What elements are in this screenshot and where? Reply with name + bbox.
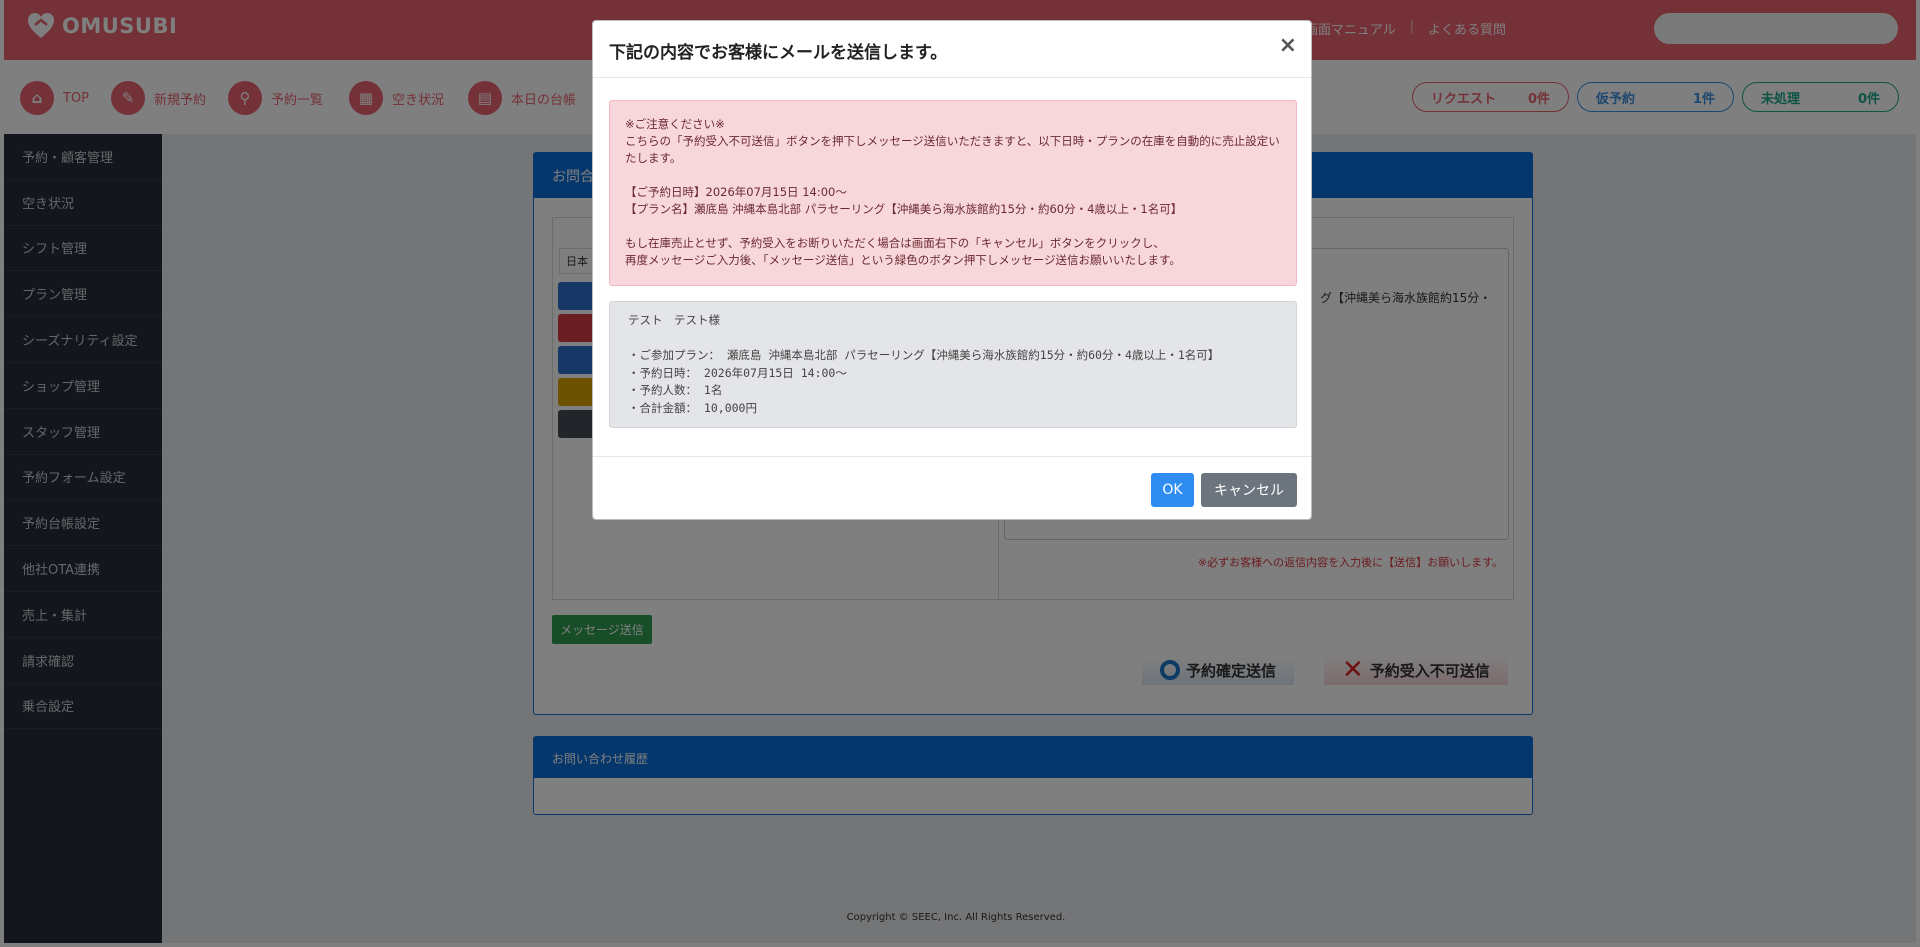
alert-line: たします。	[625, 151, 682, 165]
alert-line: 再度メッセージご入力後、「メッセージ送信」という緑色のボタン押下しメッセージ送信…	[625, 253, 1181, 267]
modal-footer: OK キャンセル	[593, 456, 1311, 520]
modal-title: 下記の内容でお客様にメールを送信します。	[609, 43, 948, 63]
alert-plan-name: 【プラン名】瀬底島 沖縄本島北部 パラセーリング【沖縄美ら海水族館約15分・約6…	[625, 202, 1183, 216]
preview-total: ・合計金額： 10,000円	[628, 400, 757, 415]
ok-button[interactable]: OK	[1151, 473, 1194, 507]
alert-spacer	[625, 218, 1281, 235]
message-preview: テスト テスト様 ・ご参加プラン： 瀬底島 沖縄本島北部 パラセーリング【沖縄美…	[609, 301, 1297, 428]
preview-spacer	[628, 330, 1278, 348]
modal-header: 下記の内容でお客様にメールを送信します。 ×	[593, 21, 1311, 78]
alert-line: もし在庫売止とせず、予約受入をお断りいただく場合は画面右下の「キャンセル」ボタン…	[625, 236, 1165, 250]
alert-line: こちらの「予約受入不可送信」ボタンを押下しメッセージ送信いただきますと、以下日時…	[625, 134, 1280, 148]
customer-name: テスト テスト様	[628, 313, 720, 327]
alert-spacer	[625, 167, 1281, 184]
alert-line: ※ご注意ください※	[625, 117, 725, 131]
alert-reservation-datetime: 【ご予約日時】2026年07月15日 14:00〜	[625, 185, 847, 199]
preview-people: ・予約人数： 1名	[628, 383, 723, 397]
close-icon[interactable]: ×	[1279, 35, 1297, 57]
cancel-button[interactable]: キャンセル	[1201, 473, 1297, 507]
preview-plan: ・ご参加プラン： 瀬底島 沖縄本島北部 パラセーリング【沖縄美ら海水族館約15分…	[628, 348, 1220, 362]
warning-alert: ※ご注意ください※ こちらの「予約受入不可送信」ボタンを押下しメッセージ送信いた…	[609, 100, 1297, 286]
confirm-email-modal: 下記の内容でお客様にメールを送信します。 × ※ご注意ください※ こちらの「予約…	[592, 20, 1312, 520]
preview-datetime: ・予約日時： 2026年07月15日 14:00〜	[628, 365, 847, 380]
